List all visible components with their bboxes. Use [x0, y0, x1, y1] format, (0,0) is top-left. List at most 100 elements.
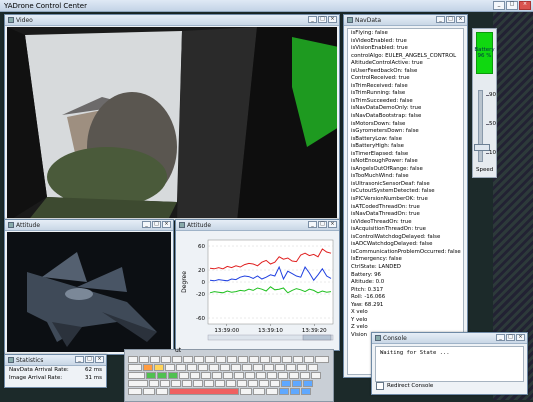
key[interactable] — [278, 372, 288, 379]
key[interactable] — [271, 356, 281, 363]
key[interactable] — [150, 356, 160, 363]
key[interactable] — [143, 364, 153, 371]
key[interactable] — [146, 372, 156, 379]
key[interactable] — [128, 380, 148, 387]
key[interactable] — [289, 372, 299, 379]
key[interactable] — [160, 380, 170, 387]
close-button[interactable]: × — [516, 334, 525, 341]
key[interactable] — [165, 364, 175, 371]
minimize-button[interactable]: _ — [493, 1, 505, 10]
key[interactable] — [282, 356, 292, 363]
navdata-window[interactable]: NavData _ □ × isFlying: false isVideoEnable… — [343, 14, 468, 378]
key[interactable] — [128, 364, 142, 371]
key[interactable] — [128, 388, 142, 395]
key[interactable] — [215, 380, 225, 387]
key[interactable] — [171, 380, 181, 387]
key[interactable] — [242, 364, 252, 371]
video-window[interactable]: Video _ □ × — [4, 14, 340, 221]
key[interactable] — [212, 372, 222, 379]
speed-slider-track[interactable] — [478, 90, 483, 162]
maximize-button[interactable]: □ — [85, 356, 94, 363]
key[interactable] — [209, 364, 219, 371]
key[interactable] — [198, 364, 208, 371]
key[interactable] — [149, 380, 159, 387]
key[interactable] — [260, 356, 270, 363]
key[interactable] — [128, 372, 145, 379]
maximize-button[interactable]: □ — [318, 16, 327, 23]
key[interactable] — [205, 356, 215, 363]
key[interactable] — [231, 364, 241, 371]
minimize-button[interactable]: _ — [308, 221, 317, 228]
close-button[interactable]: × — [328, 221, 337, 228]
key[interactable] — [266, 388, 278, 395]
key[interactable] — [248, 380, 258, 387]
close-button[interactable]: × — [328, 16, 337, 23]
key[interactable] — [300, 372, 310, 379]
key[interactable] — [204, 380, 214, 387]
key[interactable] — [176, 364, 186, 371]
key[interactable] — [156, 388, 168, 395]
key[interactable] — [216, 356, 226, 363]
minimize-button[interactable]: _ — [75, 356, 84, 363]
key[interactable] — [279, 388, 289, 395]
key[interactable] — [293, 356, 303, 363]
key[interactable] — [256, 372, 266, 379]
key[interactable] — [179, 372, 189, 379]
minimize-button[interactable]: _ — [308, 16, 317, 23]
close-button[interactable]: × — [519, 1, 531, 10]
key[interactable] — [264, 364, 274, 371]
redirect-console-checkbox[interactable]: Redirect Console — [376, 382, 433, 390]
key[interactable] — [161, 356, 171, 363]
key[interactable] — [139, 356, 149, 363]
key[interactable] — [245, 372, 255, 379]
key[interactable] — [223, 372, 233, 379]
key[interactable] — [308, 364, 318, 371]
close-button[interactable]: × — [95, 356, 104, 363]
key[interactable] — [172, 356, 182, 363]
key[interactable] — [240, 388, 252, 395]
key[interactable] — [183, 356, 193, 363]
key[interactable] — [311, 372, 321, 379]
key[interactable] — [201, 372, 211, 379]
close-button[interactable]: × — [456, 16, 465, 23]
key[interactable] — [304, 356, 314, 363]
key[interactable] — [253, 388, 265, 395]
key[interactable] — [290, 388, 300, 395]
key[interactable] — [270, 380, 280, 387]
maximize-button[interactable]: □ — [446, 16, 455, 23]
key[interactable] — [193, 380, 203, 387]
navdata-list[interactable]: isFlying: false isVideoEnabled: true isVis… — [347, 28, 464, 375]
minimize-button[interactable]: _ — [496, 334, 505, 341]
key[interactable] — [301, 388, 311, 395]
key[interactable] — [303, 380, 313, 387]
key[interactable] — [220, 364, 230, 371]
key[interactable] — [281, 380, 291, 387]
key[interactable] — [286, 364, 296, 371]
speed-slider-thumb[interactable] — [474, 144, 490, 151]
key[interactable] — [190, 372, 200, 379]
key[interactable] — [275, 364, 285, 371]
key[interactable] — [226, 380, 236, 387]
attitude-chart-window[interactable]: Attitude _ □ × 60 20 0 -20 -60 Degree 13:39:00 13… — [175, 219, 340, 351]
key[interactable] — [253, 364, 263, 371]
key[interactable] — [143, 388, 155, 395]
key[interactable] — [157, 372, 167, 379]
key[interactable] — [168, 372, 178, 379]
statistics-window[interactable]: Statistics _ □ × NavData Arrival Rate: 62 … — [4, 354, 107, 388]
key[interactable] — [237, 380, 247, 387]
key[interactable] — [292, 380, 302, 387]
keyboard-window[interactable]: ut — [124, 347, 334, 402]
minimize-button[interactable]: _ — [436, 16, 445, 23]
maximize-button[interactable]: □ — [506, 334, 515, 341]
close-button[interactable]: × — [162, 221, 171, 228]
key[interactable] — [187, 364, 197, 371]
console-window[interactable]: Console _ □ × Waiting for State ... Redire… — [371, 332, 528, 395]
maximize-button[interactable]: □ — [318, 221, 327, 228]
key[interactable] — [267, 372, 277, 379]
minimize-button[interactable]: _ — [142, 221, 151, 228]
key[interactable] — [128, 356, 138, 363]
key[interactable] — [234, 372, 244, 379]
maximize-button[interactable]: □ — [152, 221, 161, 228]
key[interactable] — [154, 364, 164, 371]
attitude-3d-window[interactable]: Attitude _ □ × — [4, 219, 174, 355]
